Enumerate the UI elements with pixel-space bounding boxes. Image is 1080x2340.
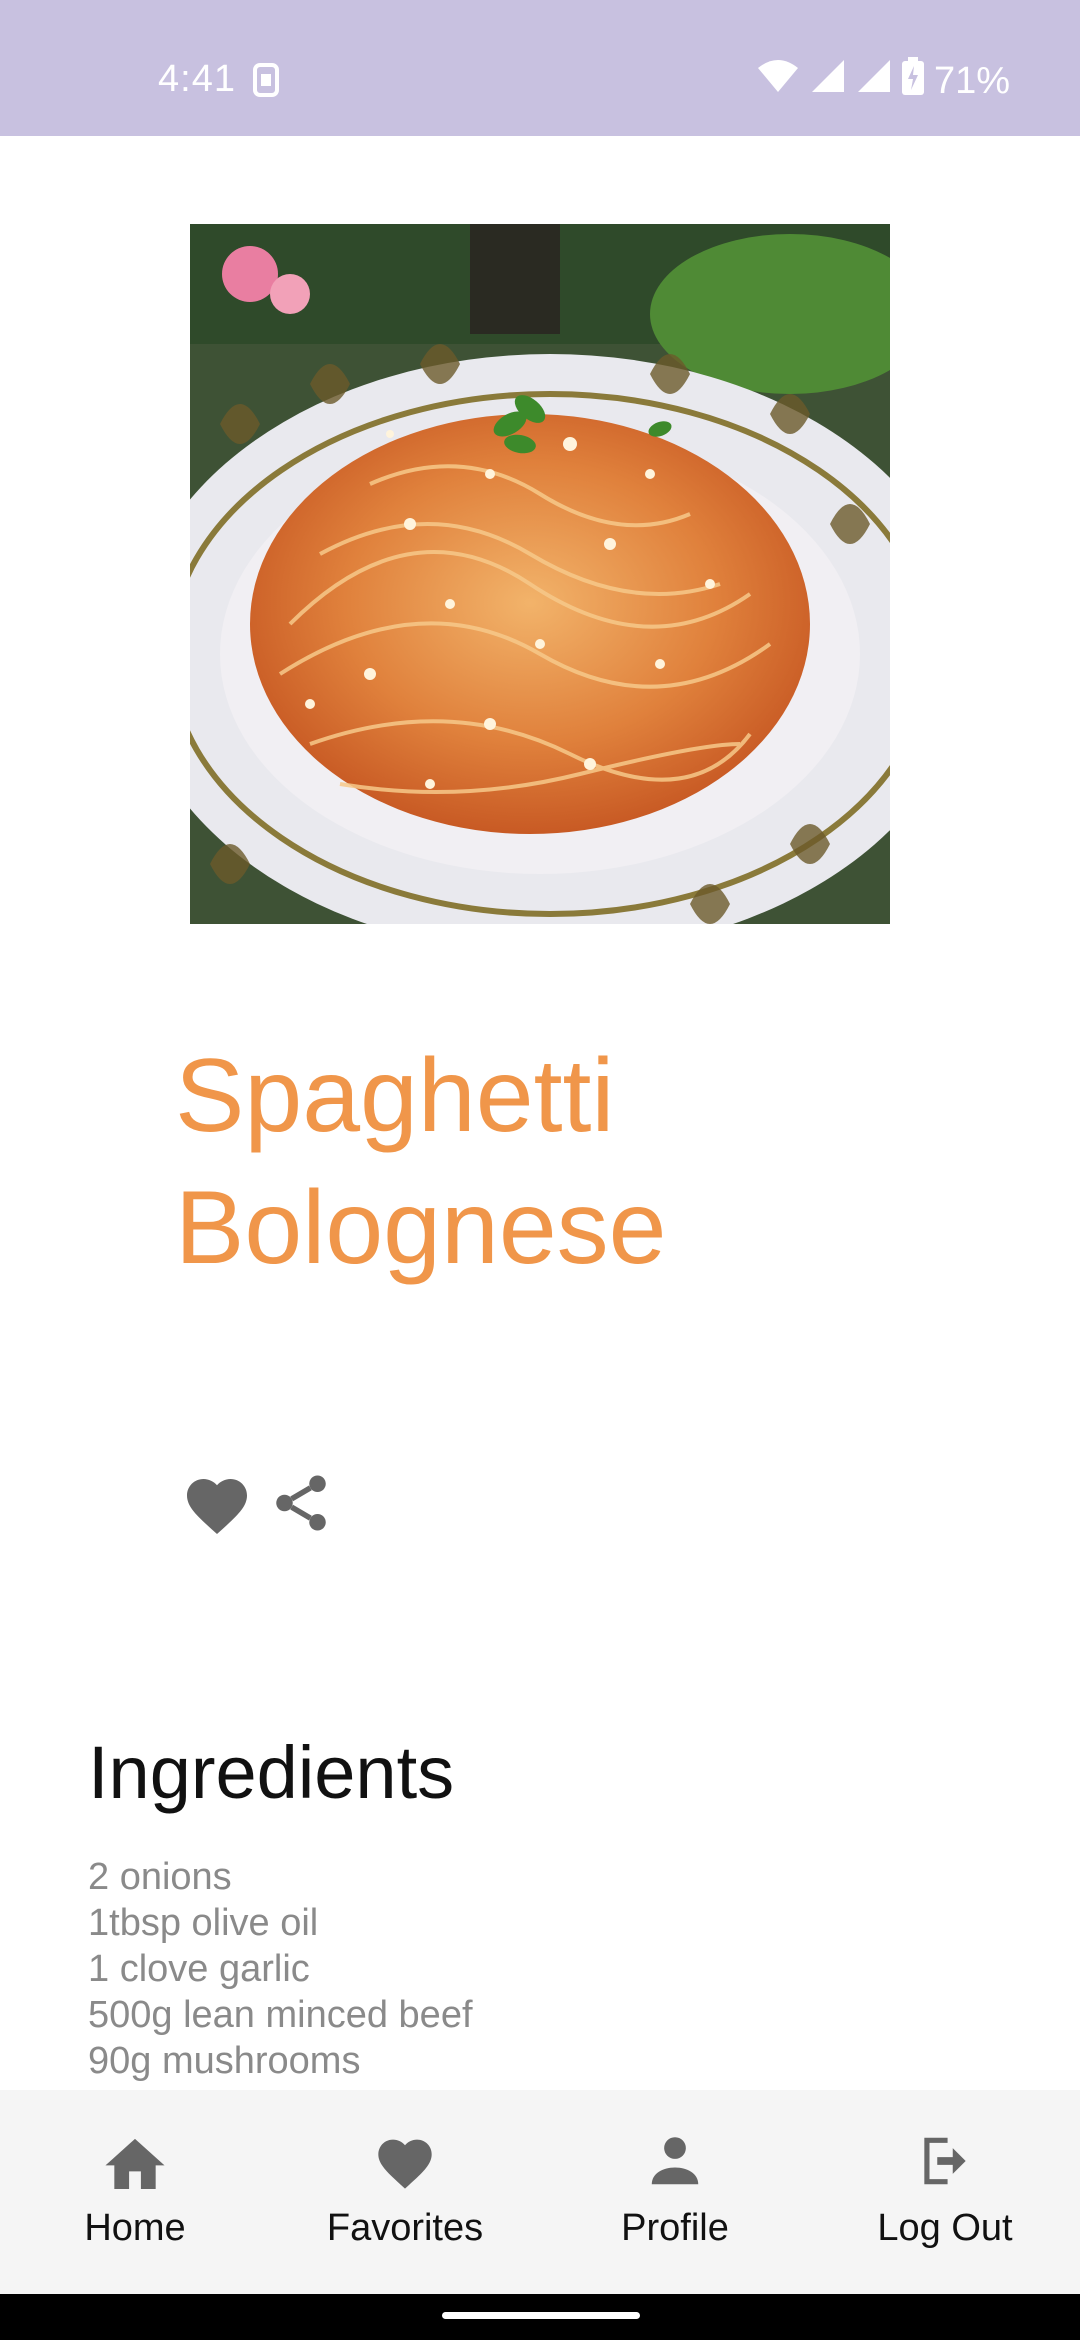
heart-icon [373,2130,437,2197]
wifi-icon [756,58,800,104]
home-gesture-handle[interactable] [442,2312,640,2319]
recipe-actions [180,1468,334,1543]
heart-icon[interactable] [180,1470,254,1541]
bottom-nav: Home Favorites Profile Log Out [0,2090,1080,2294]
recipe-title: Spaghetti Bolognese [175,1038,667,1286]
status-icons: 71% [756,56,1010,106]
list-item: 500g lean minced beef [88,1994,473,2036]
sim-icon [252,62,280,103]
nav-logout[interactable]: Log Out [810,2130,1080,2250]
list-item: 1tbsp olive oil [88,1902,319,1944]
share-icon[interactable] [268,1468,334,1543]
home-icon [99,2130,171,2197]
status-bar: 4:41 71% [0,0,1080,136]
nav-home[interactable]: Home [0,2130,270,2250]
nav-favorites-label: Favorites [326,2207,484,2249]
list-item: 2 onions [88,1856,232,1898]
nav-profile-label: Profile [621,2207,729,2249]
list-item: 1 clove garlic [88,1948,310,1990]
nav-home-label: Home [84,2207,186,2249]
gesture-bar [0,2294,1080,2340]
nav-logout-label: Log Out [877,2207,1013,2249]
recipe-photo [190,224,890,924]
ingredients-list: 2 onions 1tbsp olive oil 1 clove garlic … [88,1854,473,2084]
nav-favorites[interactable]: Favorites [270,2130,540,2250]
nav-profile[interactable]: Profile [540,2130,810,2250]
ingredients-heading: Ingredients [88,1731,455,1814]
battery-percent: 71% [933,59,1010,102]
status-time: 4:41 [158,58,236,100]
battery-charging-icon [901,57,924,105]
list-item: 90g mushrooms [88,2040,361,2082]
signal-icon-2 [856,58,892,104]
logout-icon [914,2130,976,2197]
signal-icon [810,58,846,104]
person-icon [644,2130,706,2197]
